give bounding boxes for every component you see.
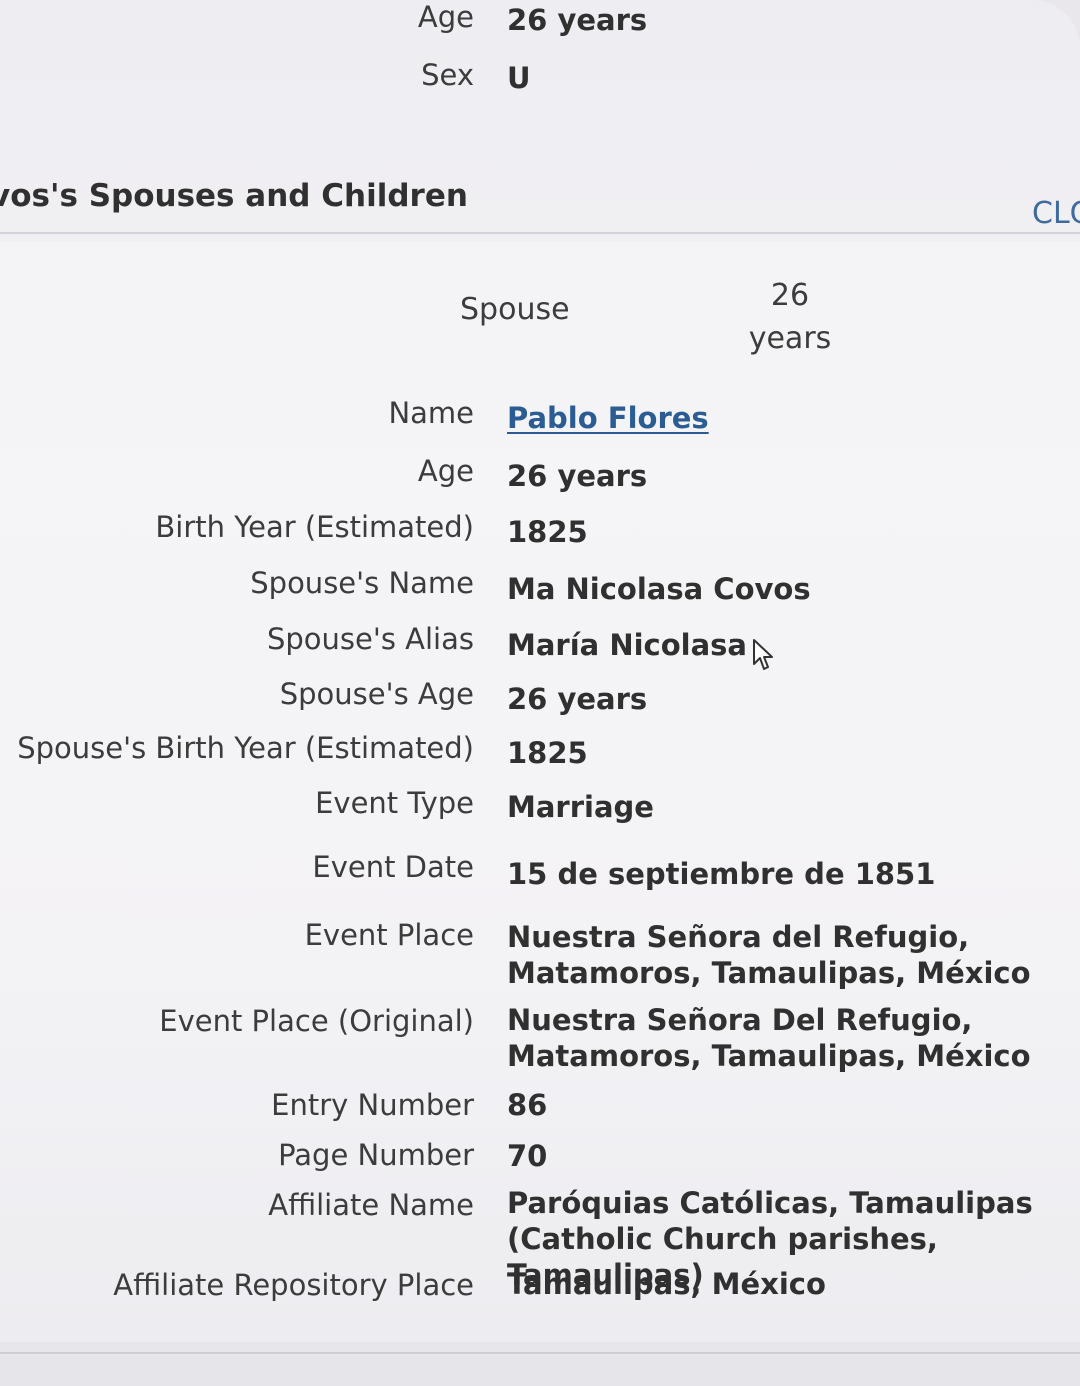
age-label: Age	[417, 0, 474, 34]
section-title: vos's Spouses and Children	[0, 178, 468, 214]
close-link[interactable]: CLC	[1032, 196, 1080, 231]
detail-label-event-date: Event Date	[312, 850, 474, 884]
detail-value-event-type: Marriage	[507, 790, 654, 824]
detail-label-age: Age	[417, 454, 474, 488]
detail-label-page-number: Page Number	[278, 1138, 474, 1172]
detail-value-spouse-birth-year: 1825	[507, 736, 588, 770]
detail-value-spouse-name: Ma Nicolasa Covos	[507, 572, 811, 606]
detail-value-age: 26 years	[507, 459, 648, 493]
sex-label: Sex	[421, 58, 474, 92]
detail-label-birth-year: Birth Year (Estimated)	[155, 510, 474, 544]
detail-label-affiliate-repository-place: Affiliate Repository Place	[113, 1268, 474, 1302]
record-page: Age 26 years Sex U vos's Spouses and Chi…	[0, 0, 1080, 1386]
detail-value-event-place: Nuestra Señora del Refugio, Matamoros, T…	[507, 920, 1031, 990]
detail-value-event-place-original: Nuestra Señora Del Refugio, Matamoros, T…	[507, 1003, 1031, 1073]
detail-label-entry-number: Entry Number	[271, 1088, 474, 1122]
spouse-header-age-number: 26	[770, 278, 810, 313]
detail-label-spouse-age: Spouse's Age	[279, 677, 474, 711]
detail-value-spouse-age: 26 years	[507, 682, 648, 716]
detail-label-spouse-name: Spouse's Name	[250, 566, 474, 600]
detail-value-affiliate-repository-place: Tamaulipas, México	[507, 1267, 826, 1301]
detail-value-entry-number: 86	[507, 1088, 548, 1122]
detail-value-page-number: 70	[507, 1139, 548, 1173]
detail-label-affiliate-name: Affiliate Name	[268, 1188, 474, 1222]
detail-value-birth-year: 1825	[507, 515, 588, 549]
detail-label-event-place: Event Place	[304, 918, 474, 952]
sex-value: U	[507, 61, 531, 95]
spouse-header-age-unit: years	[748, 321, 832, 356]
bottom-divider	[0, 1352, 1080, 1354]
detail-label-spouse-birth-year: Spouse's Birth Year (Estimated)	[17, 731, 474, 765]
mouse-pointer-icon	[753, 639, 773, 670]
person-name-link[interactable]: Pablo Flores	[507, 400, 709, 436]
detail-value-event-date: 15 de septiembre de 1851	[507, 857, 936, 891]
detail-label-spouse-alias: Spouse's Alias	[266, 622, 474, 656]
spouse-header-label: Spouse	[460, 292, 570, 327]
detail-label-event-place-original: Event Place (Original)	[159, 1004, 474, 1038]
detail-value-spouse-alias: María Nicolasa	[507, 628, 748, 662]
section-divider	[0, 232, 1080, 234]
detail-label-event-type: Event Type	[315, 786, 474, 820]
spouse-header-age: 26 years	[740, 274, 840, 360]
age-value: 26 years	[507, 3, 648, 37]
detail-label-name: Name	[388, 396, 474, 430]
